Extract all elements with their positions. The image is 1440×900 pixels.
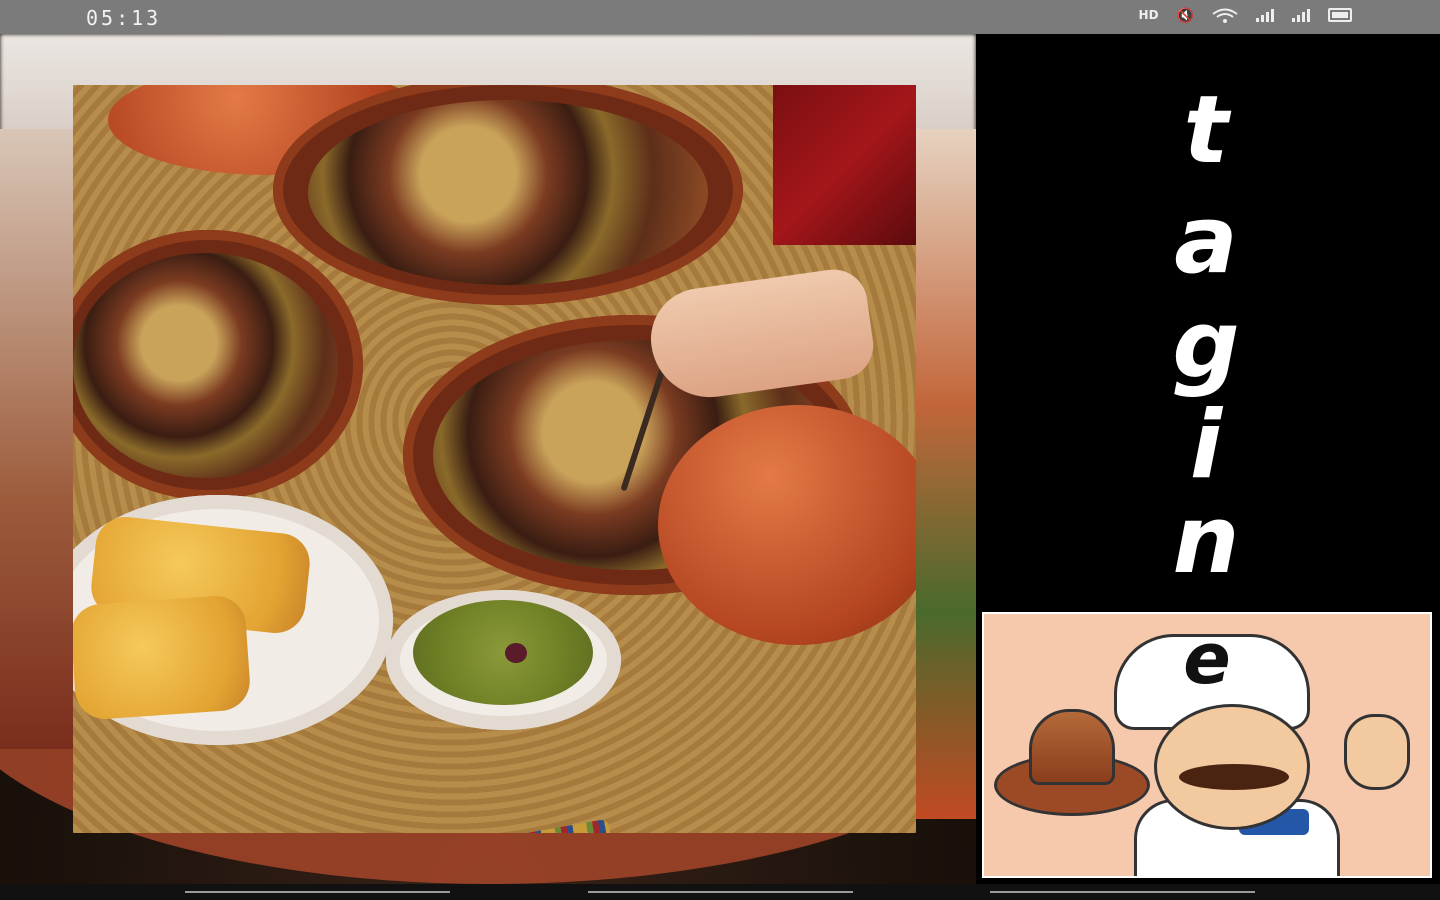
- battery-icon: [1328, 8, 1352, 22]
- signal-icon: [1292, 8, 1310, 22]
- title-letter: a: [1174, 186, 1238, 295]
- tajine-pot-lid: [1029, 709, 1115, 785]
- hd-icon: HD: [1138, 8, 1159, 22]
- title-panel: t a g i n: [978, 34, 1434, 606]
- nav-recents[interactable]: [990, 891, 1255, 893]
- wifi-icon: [1212, 8, 1238, 23]
- title-letter: i: [1189, 391, 1223, 500]
- status-icons: HD 🔇: [1138, 8, 1352, 24]
- mute-icon: 🔇: [1176, 8, 1194, 24]
- status-bar: 05:13 HD 🔇: [0, 0, 1440, 34]
- title-letter-e: e: [1183, 618, 1231, 700]
- chef-mustache: [1179, 764, 1289, 790]
- tajine-lid: [658, 405, 916, 645]
- title-letter: n: [1172, 486, 1240, 595]
- title-letter: t: [1183, 76, 1229, 185]
- main-food-photo: [73, 85, 916, 833]
- signal-icon: [1256, 8, 1274, 22]
- nav-home[interactable]: [588, 891, 853, 893]
- chef-hand: [1344, 714, 1410, 790]
- title-letter: g: [1172, 291, 1240, 400]
- chef-illustration: e: [982, 612, 1432, 878]
- status-time: 05:13: [86, 6, 162, 30]
- hand: [644, 265, 878, 405]
- nav-back[interactable]: [185, 891, 450, 893]
